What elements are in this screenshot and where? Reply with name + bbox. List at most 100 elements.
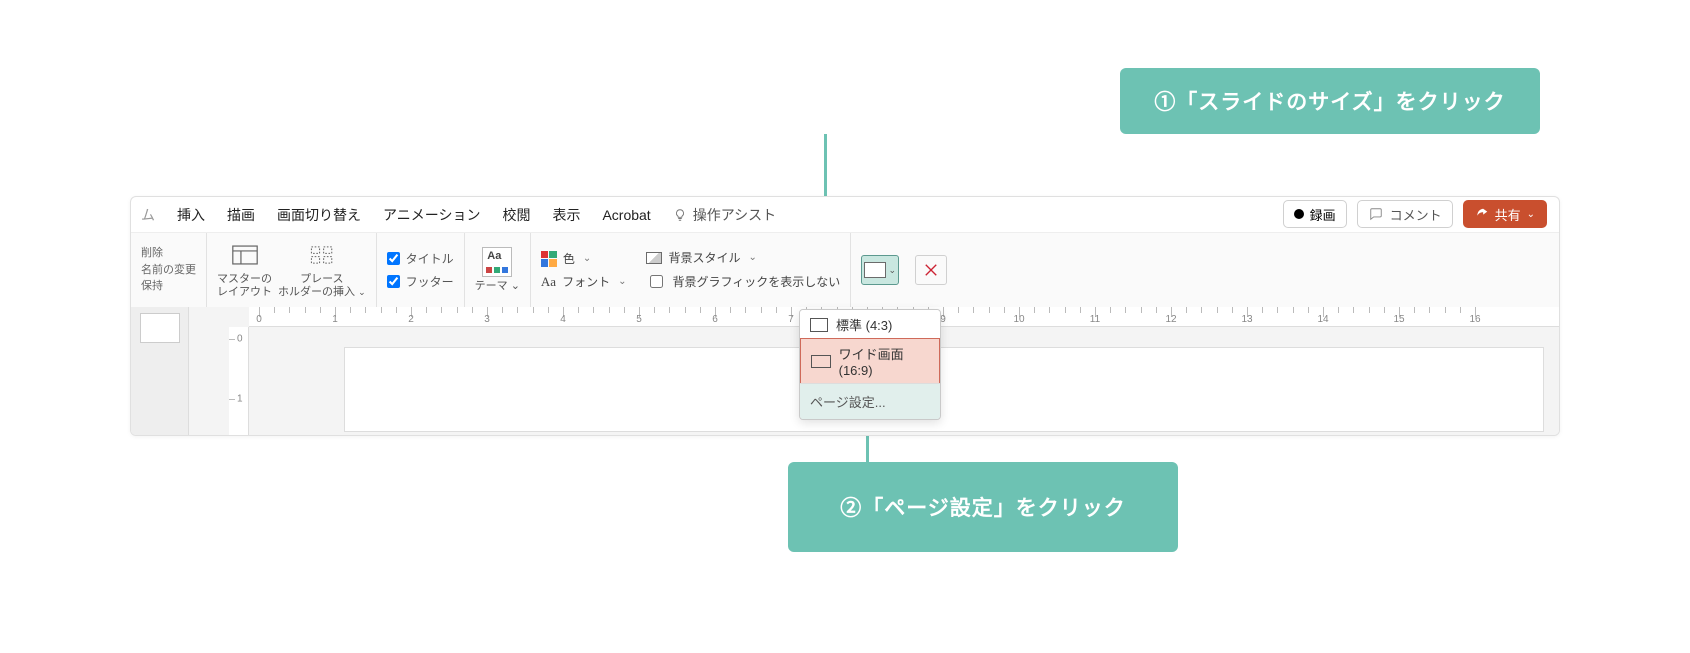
- ruler-tick: [396, 307, 397, 313]
- chevron-down-icon: ⌄: [1527, 209, 1535, 220]
- theme-icon: [482, 247, 512, 277]
- tab-review[interactable]: 校閲: [502, 205, 530, 225]
- ruler-label: 15: [1393, 314, 1404, 325]
- checkbox-hide-bg-input[interactable]: [650, 275, 663, 288]
- ruler-tick: [381, 307, 382, 313]
- option-wide-169[interactable]: ワイド画面 (16:9): [800, 338, 940, 384]
- chevron-down-icon: ⌄: [888, 265, 896, 276]
- slide-page[interactable]: [344, 347, 1544, 432]
- ruler-tick: [973, 307, 974, 313]
- vertical-ruler: 0 1: [229, 327, 249, 436]
- tab-transition[interactable]: 画面切り替え: [277, 205, 361, 225]
- chevron-down-icon: ⌄: [583, 253, 591, 264]
- comments-button[interactable]: コメント: [1357, 200, 1453, 228]
- annotation-step2: ②「ページ設定」をクリック: [788, 462, 1178, 552]
- placeholder-l2: ホルダーの挿入: [278, 286, 355, 298]
- record-label: 録画: [1310, 205, 1336, 224]
- ruler-tick: [1429, 307, 1430, 313]
- cmd-preserve[interactable]: 保持: [141, 278, 163, 295]
- ruler-tick: [669, 307, 670, 313]
- ruler-tick: [517, 307, 518, 313]
- ruler-tick: [745, 307, 746, 313]
- group-edit-master-left: 削除 名前の変更 保持: [131, 233, 207, 307]
- vruler-label: 1: [237, 394, 243, 405]
- ruler-tick: [1201, 307, 1202, 313]
- share-label: 共有: [1495, 205, 1521, 224]
- ruler-tick: [1125, 307, 1126, 313]
- option-page-setup[interactable]: ページ設定...: [800, 384, 940, 419]
- record-button[interactable]: 録画: [1283, 200, 1347, 228]
- close-master-button[interactable]: [915, 255, 947, 285]
- ruler-tick: [578, 307, 579, 313]
- ruler-label: 11: [1090, 314, 1100, 325]
- ruler-tick: [1110, 307, 1111, 313]
- ruler-label: 5: [636, 314, 642, 325]
- group-master-options: タイトル フッター: [377, 233, 465, 307]
- tab-draw[interactable]: 描画: [227, 205, 255, 225]
- lightbulb-icon: [673, 208, 687, 222]
- aspect-169-icon: [811, 355, 831, 368]
- master-layout-l2: レイアウト: [217, 286, 272, 298]
- comment-icon: [1368, 207, 1384, 221]
- colors-button[interactable]: 色 ⌄: [541, 250, 627, 267]
- ruler-tick: [289, 307, 290, 313]
- record-icon: [1294, 209, 1304, 219]
- themes-button[interactable]: テーマ ⌄: [475, 248, 520, 293]
- ruler-tick: [1232, 307, 1233, 313]
- ruler-tick: [274, 307, 275, 313]
- ruler-tick: [1034, 307, 1035, 313]
- ruler-tick: [1277, 307, 1278, 313]
- ruler-tick: [730, 307, 731, 313]
- option-standard-43[interactable]: 標準 (4:3): [800, 310, 940, 339]
- background-styles-button[interactable]: 背景スタイル ⌄: [646, 249, 840, 266]
- share-icon: [1475, 207, 1489, 221]
- tab-insert[interactable]: 挿入: [177, 205, 205, 225]
- cmd-rename[interactable]: 名前の変更: [141, 262, 196, 279]
- powerpoint-window: ム 挿入 描画 画面切り替え アニメーション 校閲 表示 Acrobat 操作ア…: [130, 196, 1560, 436]
- insert-placeholder-button[interactable]: プレースホルダーの挿入 ⌄: [278, 241, 366, 298]
- ruler-label: 16: [1469, 314, 1480, 325]
- comments-label: コメント: [1390, 205, 1442, 224]
- ruler-label: 3: [484, 314, 490, 325]
- slide-thumbnail-panel[interactable]: [131, 307, 189, 436]
- checkbox-footer-input[interactable]: [387, 275, 400, 288]
- checkbox-title-input[interactable]: [387, 252, 400, 265]
- colors-icon: [541, 251, 557, 267]
- tab-animation[interactable]: アニメーション: [383, 205, 480, 225]
- checkbox-hide-bg[interactable]: 背景グラフィックを表示しない: [646, 272, 840, 291]
- ruler-tick: [593, 307, 594, 313]
- fonts-button[interactable]: Aa フォント ⌄: [541, 273, 627, 290]
- vruler-tick: [229, 339, 235, 340]
- share-button[interactable]: 共有 ⌄: [1463, 200, 1547, 228]
- ruler-tick: [700, 307, 701, 313]
- ruler-tick: [685, 307, 686, 313]
- tab-partial-char: ム: [141, 205, 155, 225]
- cmd-delete[interactable]: 削除: [141, 245, 163, 262]
- ruler-tick: [1293, 307, 1294, 313]
- master-layout-button[interactable]: マスターのレイアウト: [217, 241, 272, 298]
- ruler-tick: [426, 307, 427, 313]
- ruler-label: 6: [712, 314, 718, 325]
- ruler-tick: [1186, 307, 1187, 313]
- master-layout-l1: マスターの: [217, 273, 272, 285]
- tab-acrobat[interactable]: Acrobat: [602, 207, 650, 223]
- ruler-label: 10: [1013, 314, 1024, 325]
- checkbox-footer[interactable]: フッター: [387, 273, 454, 290]
- ruler-tick: [609, 307, 610, 313]
- fonts-label: フォント: [562, 273, 610, 290]
- slide-size-button[interactable]: ⌄: [861, 255, 899, 285]
- ruler-tick: [776, 307, 777, 313]
- ruler-tick: [624, 307, 625, 313]
- ruler-tick: [1384, 307, 1385, 313]
- slide-thumbnail[interactable]: [140, 313, 180, 343]
- close-icon: [922, 261, 940, 279]
- ruler-tick: [472, 307, 473, 313]
- tell-me-search[interactable]: 操作アシスト: [673, 205, 776, 225]
- tab-view[interactable]: 表示: [552, 205, 580, 225]
- annotation-step2-text: ②「ページ設定」をクリック: [840, 492, 1126, 522]
- ruler-label: 4: [560, 314, 566, 325]
- ruler-tick: [350, 307, 351, 313]
- annotation-step1: ①「スライドのサイズ」をクリック: [1120, 68, 1540, 134]
- checkbox-title[interactable]: タイトル: [387, 250, 454, 267]
- vruler-tick: [229, 399, 235, 400]
